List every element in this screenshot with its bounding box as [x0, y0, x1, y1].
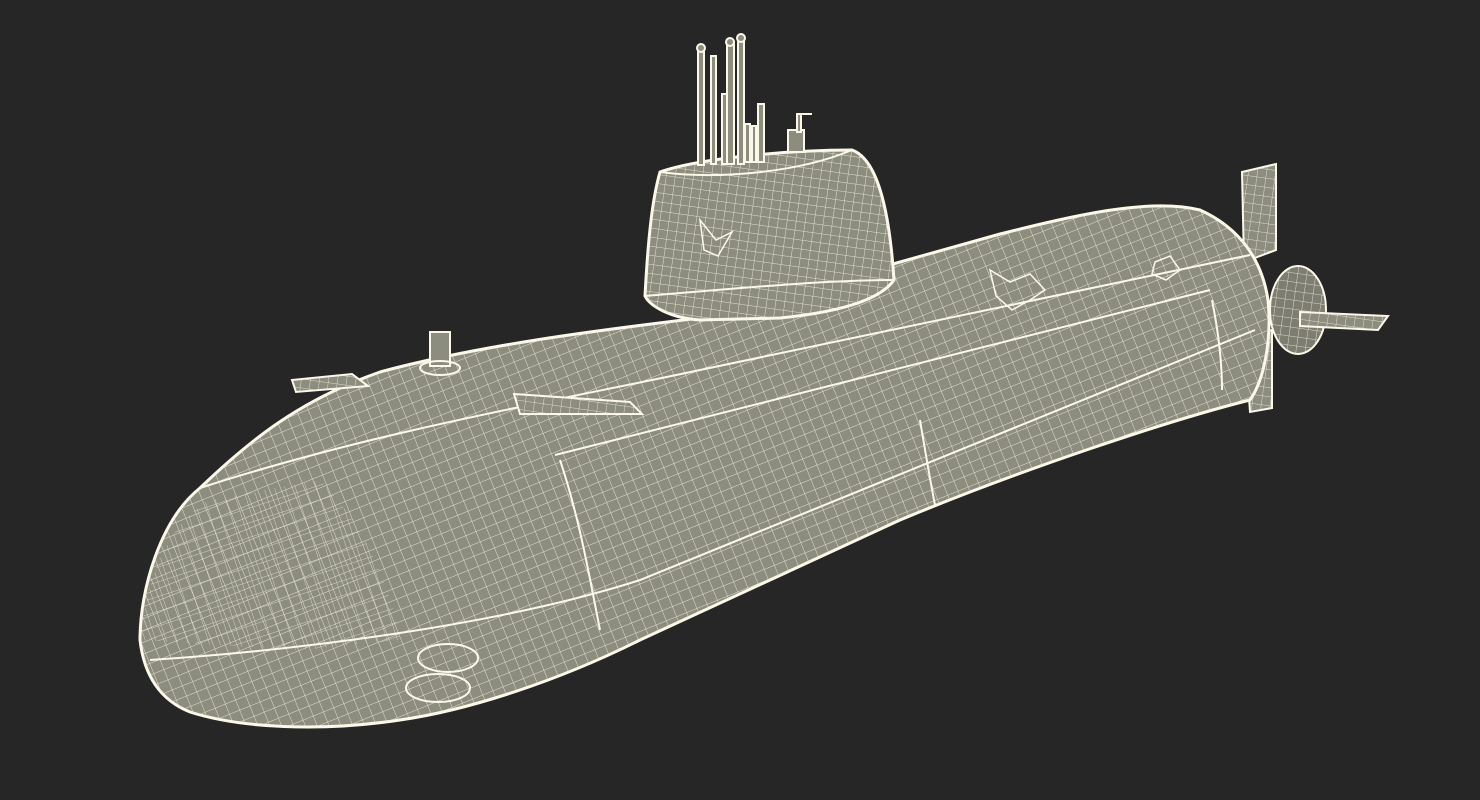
masts	[696, 33, 812, 166]
sail	[643, 148, 896, 322]
render-viewport	[0, 0, 1480, 800]
submarine-wireframe	[138, 33, 1390, 729]
